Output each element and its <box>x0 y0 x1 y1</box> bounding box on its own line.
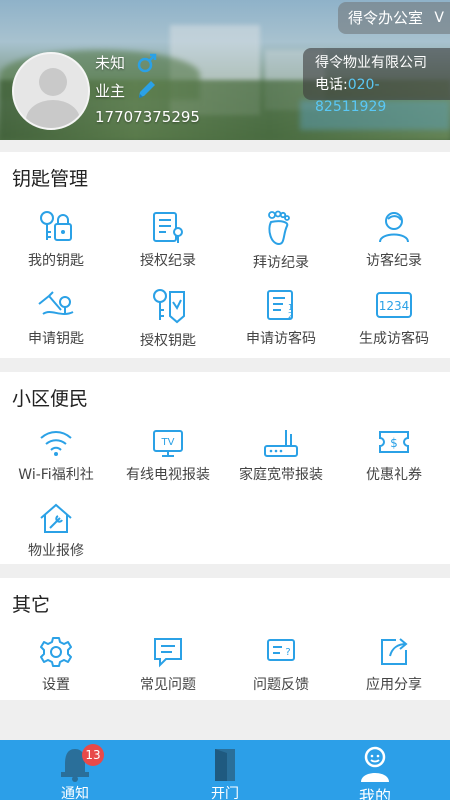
item-label: 申请钥匙 <box>28 331 84 347</box>
item-label: 优惠礼券 <box>366 467 422 483</box>
avatar-head <box>39 68 67 96</box>
my-keys-button[interactable]: 我的钥匙 <box>0 210 112 270</box>
auth-records-button[interactable]: 授权纪录 <box>112 210 224 270</box>
section-title: 小区便民 <box>12 388 89 410</box>
generate-visitor-code-button[interactable]: 1234 生成访客码 <box>338 288 450 348</box>
faq-icon <box>154 638 182 668</box>
visitor-icon <box>379 212 409 243</box>
notification-badge: 13 <box>82 744 104 766</box>
grant-key-icon <box>153 289 185 324</box>
item-label: 有线电视报装 <box>126 467 210 483</box>
item-label: 家庭宽带报装 <box>239 467 323 483</box>
tab-label: 我的 <box>358 787 391 800</box>
item-label: 授权钥匙 <box>140 333 196 349</box>
bottom-tab-bar: 13 通知 开门 我的 <box>0 740 450 800</box>
key-lock-icon <box>40 211 72 241</box>
footprint-icon <box>268 210 290 246</box>
item-label: 设置 <box>42 677 70 693</box>
share-button[interactable]: 应用分享 <box>338 636 450 694</box>
coupon-icon: $ <box>379 431 409 453</box>
tv-icon: TV <box>153 430 183 457</box>
male-icon <box>137 53 157 73</box>
item-label: 生成访客码 <box>359 331 429 347</box>
house-repair-icon <box>40 503 72 533</box>
property-repair-button[interactable]: 物业报修 <box>0 502 112 560</box>
office-switch-button[interactable]: 得令办公室 V <box>338 2 450 34</box>
section-title: 其它 <box>12 594 51 616</box>
broadband-button[interactable]: 家庭宽带报装 <box>225 428 337 484</box>
faq-button[interactable]: 常见问题 <box>112 636 224 694</box>
door-icon <box>215 749 235 781</box>
wifi-icon <box>40 431 72 456</box>
item-label: 授权纪录 <box>140 253 196 269</box>
tab-notifications[interactable]: 13 通知 <box>0 740 150 800</box>
community-section: 小区便民 Wi-Fi福利社 TV 有线电视报装 家庭宽带报装 $ 优惠礼券 物业… <box>0 372 450 564</box>
other-section: 其它 设置 常见问题 ? 问题反馈 应用分享 <box>0 578 450 700</box>
cable-tv-button[interactable]: TV 有线电视报装 <box>112 428 224 484</box>
tab-open-door[interactable]: 开门 <box>150 740 300 800</box>
wifi-button[interactable]: Wi-Fi福利社 <box>0 428 112 484</box>
item-label: 常见问题 <box>140 677 196 693</box>
share-icon <box>381 638 408 665</box>
gear-icon <box>40 637 72 667</box>
tab-label: 开门 <box>211 786 239 800</box>
user-phone: 17707375295 <box>95 108 200 126</box>
apply-key-button[interactable]: 申请钥匙 <box>0 288 112 348</box>
code-1234-icon: 1234 <box>376 292 412 318</box>
tab-me[interactable]: 我的 <box>300 740 450 800</box>
auth-record-icon <box>153 212 183 243</box>
user-role: 业主 <box>95 82 126 100</box>
item-label: 访客纪录 <box>366 253 422 269</box>
code-list-icon: 1 2 <box>267 290 293 320</box>
feedback-icon: ? <box>267 639 295 661</box>
company-tel[interactable]: 电话:020-82511929 <box>315 74 450 118</box>
section-title: 钥匙管理 <box>12 168 89 190</box>
user-name: 未知 <box>95 54 126 72</box>
svg-text:TV: TV <box>161 437 175 448</box>
coupons-button[interactable]: $ 优惠礼券 <box>338 428 450 484</box>
avatar[interactable] <box>12 52 90 130</box>
item-label: 申请访客码 <box>246 331 316 347</box>
avatar-body <box>26 100 80 128</box>
svg-text:2: 2 <box>288 311 293 320</box>
apply-key-icon <box>38 291 74 315</box>
item-label: 拜访纪录 <box>253 255 309 271</box>
apply-visitor-code-button[interactable]: 1 2 申请访客码 <box>225 288 337 348</box>
svg-text:1234: 1234 <box>379 299 410 313</box>
company-info: 得令物业有限公司 电话:020-82511929 <box>303 48 450 115</box>
tab-label: 通知 <box>61 786 89 800</box>
feedback-button[interactable]: ? 问题反馈 <box>225 636 337 694</box>
svg-text:$: $ <box>390 436 398 450</box>
visitor-records-button[interactable]: 访客纪录 <box>338 210 450 270</box>
item-label: 应用分享 <box>366 677 422 693</box>
settings-button[interactable]: 设置 <box>0 636 112 694</box>
grant-key-button[interactable]: 授权钥匙 <box>112 288 224 350</box>
key-management-section: 钥匙管理 我的钥匙 授权纪录 拜访纪录 访客纪录 申请钥匙 授权钥匙 1 2 申… <box>0 152 450 358</box>
office-switch-label: 得令办公室 <box>348 9 424 27</box>
router-icon <box>264 430 298 457</box>
item-label: 问题反馈 <box>253 677 309 693</box>
item-label: 我的钥匙 <box>28 253 84 269</box>
tel-label: 电话: <box>315 77 348 93</box>
item-label: Wi-Fi福利社 <box>18 467 94 483</box>
me-icon <box>361 746 389 782</box>
edit-icon[interactable] <box>136 78 158 100</box>
item-label: 物业报修 <box>28 543 84 559</box>
profile-header: 未知 业主 17707375295 得令办公室 V 得令物业有限公司 电话:02… <box>0 0 450 140</box>
visit-records-button[interactable]: 拜访纪录 <box>225 210 337 272</box>
svg-text:?: ? <box>285 647 290 658</box>
chevron-down-icon: V <box>434 10 444 26</box>
company-name: 得令物业有限公司 <box>315 55 427 71</box>
